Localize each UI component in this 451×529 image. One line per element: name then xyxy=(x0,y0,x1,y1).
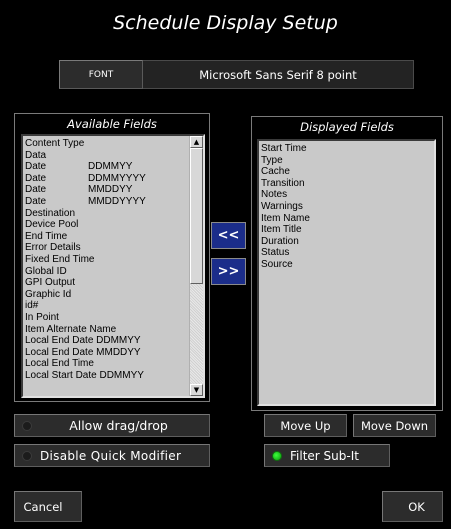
displayed-fields-panel: Displayed Fields Start Time Type Cache Tran… xyxy=(251,116,443,411)
available-field-item[interactable]: Item Alternate Name xyxy=(25,324,146,336)
font-button[interactable]: FONT xyxy=(59,60,143,89)
displayed-fields-list[interactable]: Start Time Type Cache Transition Notes Warnin… xyxy=(257,139,436,406)
font-row: FONT Microsoft Sans Serif 8 point xyxy=(59,60,414,89)
field-name: Date xyxy=(25,161,47,173)
led-indicator-icon xyxy=(22,450,32,461)
led-indicator-icon xyxy=(22,420,32,431)
available-field-item[interactable]: id# xyxy=(25,300,146,312)
field-name: Local End Date DDMMYY xyxy=(25,335,141,347)
available-field-item[interactable]: Global ID xyxy=(25,266,146,278)
displayed-field-item[interactable]: Start Time xyxy=(261,143,310,155)
move-down-button[interactable]: Move Down xyxy=(353,414,436,437)
available-field-item[interactable]: Destination xyxy=(25,208,146,220)
scroll-up-arrow-icon[interactable]: ▲ xyxy=(190,136,203,148)
remove-field-button[interactable]: >> xyxy=(211,258,246,285)
available-fields-scrollbar[interactable]: ▲ ▼ xyxy=(189,136,203,396)
available-field-item[interactable]: Date DDMMYY xyxy=(25,161,146,173)
displayed-field-item[interactable]: Item Name xyxy=(261,213,310,225)
available-field-item[interactable]: GPI Output xyxy=(25,277,146,289)
displayed-field-item[interactable]: Item Title xyxy=(261,224,310,236)
available-fields-title: Available Fields xyxy=(67,117,157,131)
disable-quick-modifier-toggle[interactable]: Disable Quick Modifier xyxy=(14,444,210,467)
scroll-down-arrow-icon[interactable]: ▼ xyxy=(190,384,203,396)
allow-drag-drop-label: Allow drag/drop xyxy=(69,418,168,433)
allow-drag-drop-toggle[interactable]: Allow drag/drop xyxy=(14,414,210,437)
available-field-item[interactable]: Local End Time xyxy=(25,358,146,370)
filter-sub-it-toggle[interactable]: Filter Sub-It xyxy=(264,444,390,467)
available-fields-list[interactable]: Content Type Data Date DDMMYY Date DDMMYYYY Da… xyxy=(21,134,205,398)
available-field-item[interactable]: Local End Date DDMMYY xyxy=(25,335,146,347)
displayed-field-item[interactable]: Type xyxy=(261,155,310,167)
scrollbar-thumb[interactable] xyxy=(190,148,203,284)
filter-sub-it-label: Filter Sub-It xyxy=(290,448,359,463)
field-format: MMDDYY xyxy=(88,184,133,196)
available-field-item[interactable]: Date MMDDYY xyxy=(25,184,146,196)
move-up-button[interactable]: Move Up xyxy=(264,414,347,437)
field-name: Local End Date MMDDYY xyxy=(25,346,141,358)
field-format: MMDDYYYY xyxy=(88,195,146,207)
displayed-field-item[interactable]: Cache xyxy=(261,166,310,178)
available-field-item[interactable]: Fixed End Time xyxy=(25,254,146,266)
field-name: Error Details xyxy=(25,242,81,254)
cancel-button[interactable]: Cancel xyxy=(14,491,82,522)
available-field-item[interactable]: Date DDMMYYYY xyxy=(25,173,146,185)
available-field-item[interactable]: Error Details xyxy=(25,242,146,254)
disable-quick-modifier-label: Disable Quick Modifier xyxy=(40,448,182,463)
available-field-item[interactable]: Graphic Id xyxy=(25,289,146,301)
displayed-fields-items: Start Time Type Cache Transition Notes Warnin… xyxy=(261,143,310,271)
displayed-field-item[interactable]: Warnings xyxy=(261,201,310,213)
available-field-item[interactable]: Date MMDDYYYY xyxy=(25,196,146,208)
field-format: DDMMYY xyxy=(88,161,133,173)
font-value-display: Microsoft Sans Serif 8 point xyxy=(143,60,414,89)
field-name: Device Pool xyxy=(25,219,79,231)
available-field-item[interactable]: In Point xyxy=(25,312,146,324)
led-indicator-icon xyxy=(272,450,282,461)
displayed-field-item[interactable]: Source xyxy=(261,259,310,271)
displayed-field-item[interactable]: Duration xyxy=(261,236,310,248)
field-name: Destination xyxy=(25,207,76,219)
available-field-item[interactable]: Content Type xyxy=(25,138,146,150)
field-name: Date xyxy=(25,184,47,196)
available-fields-items: Content Type Data Date DDMMYY Date DDMMYYYY Da… xyxy=(25,138,146,381)
available-fields-panel: Available Fields Content Type Data Date DDM… xyxy=(14,113,210,402)
field-name: Date xyxy=(25,172,47,184)
field-format: DDMMYYYY xyxy=(88,172,146,184)
displayed-field-item[interactable]: Status xyxy=(261,247,310,259)
field-name: End Time xyxy=(25,230,68,242)
field-name: Graphic Id xyxy=(25,288,72,300)
available-field-item[interactable]: End Time xyxy=(25,231,146,243)
available-field-item[interactable]: Local End Date MMDDYY xyxy=(25,347,146,359)
field-name: id# xyxy=(25,300,39,312)
displayed-field-item[interactable]: Transition xyxy=(261,178,310,190)
ok-button[interactable]: OK xyxy=(382,491,443,522)
field-name: Content Type xyxy=(25,138,85,149)
add-field-button[interactable]: << xyxy=(211,222,246,249)
field-name: Fixed End Time xyxy=(25,253,95,265)
available-field-item[interactable]: Device Pool xyxy=(25,219,146,231)
field-name: GPI Output xyxy=(25,277,76,289)
field-name: Data xyxy=(25,149,47,161)
available-field-item[interactable]: Local Start Date DDMMYY xyxy=(25,370,146,382)
field-name: Local End Time xyxy=(25,358,94,370)
field-name: Date xyxy=(25,195,47,207)
dialog-title: Schedule Display Setup xyxy=(113,12,338,34)
field-name: Local Start Date DDMMYY xyxy=(25,369,144,381)
field-name: Item Alternate Name xyxy=(25,323,117,335)
displayed-field-item[interactable]: Notes xyxy=(261,189,310,201)
field-name: Global ID xyxy=(25,265,67,277)
available-field-item[interactable]: Data xyxy=(25,150,146,162)
field-name: In Point xyxy=(25,311,59,323)
displayed-fields-title: Displayed Fields xyxy=(300,120,394,134)
